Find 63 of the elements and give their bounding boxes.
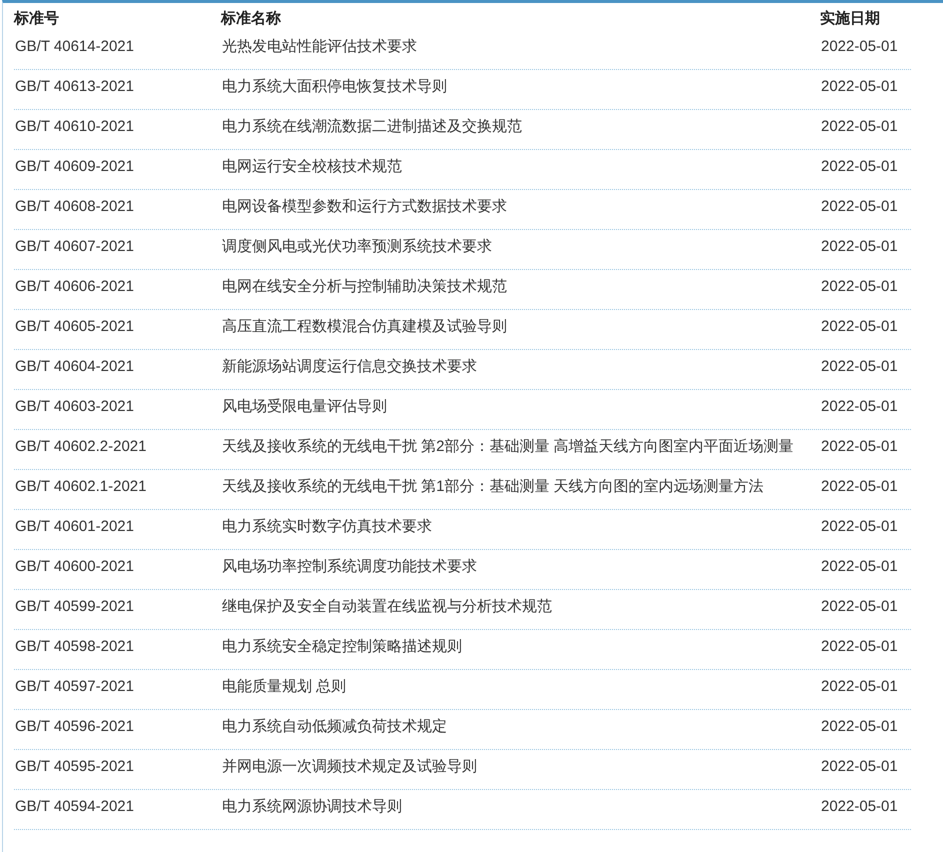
standard-name: 电力系统在线潮流数据二进制描述及交换规范: [221, 117, 523, 137]
implementation-date: 2022-05-01: [820, 37, 899, 57]
standard-name: 风电场受限电量评估导则: [221, 397, 388, 417]
implementation-date: 2022-05-01: [820, 597, 899, 617]
standard-number: GB/T 40605-2021: [14, 317, 135, 337]
standard-name: 光热发电站性能评估技术要求: [221, 37, 418, 57]
standard-name: 风电场功率控制系统调度功能技术要求: [221, 557, 478, 577]
standard-number: GB/T 40602.1-2021: [14, 477, 148, 497]
implementation-date: 2022-05-01: [820, 77, 899, 97]
standard-name: 电网设备模型参数和运行方式数据技术要求: [221, 197, 508, 217]
implementation-date: 2022-05-01: [820, 357, 899, 377]
standard-number: GB/T 40608-2021: [14, 197, 135, 217]
implementation-date: 2022-05-01: [820, 237, 899, 257]
standard-name: 电力系统实时数字仿真技术要求: [221, 517, 433, 537]
standard-name: 电网在线安全分析与控制辅助决策技术规范: [221, 277, 508, 297]
standard-number: GB/T 40597-2021: [14, 677, 135, 697]
standard-name: 电力系统自动低频减负荷技术规定: [221, 717, 448, 737]
implementation-date: 2022-05-01: [820, 117, 899, 137]
standard-number: GB/T 40604-2021: [14, 357, 135, 377]
standard-number: GB/T 40614-2021: [14, 37, 135, 57]
standard-number: GB/T 40599-2021: [14, 597, 135, 617]
implementation-date: 2022-05-01: [820, 757, 899, 777]
implementation-date: 2022-05-01: [820, 197, 899, 217]
standard-name: 高压直流工程数模混合仿真建模及试验导则: [221, 317, 508, 337]
implementation-date: 2022-05-01: [820, 557, 899, 577]
standard-number: GB/T 40613-2021: [14, 77, 135, 97]
standard-number: GB/T 40607-2021: [14, 237, 135, 257]
column-header: 标准号: [14, 9, 60, 29]
standard-number: GB/T 40596-2021: [14, 717, 135, 737]
implementation-date: 2022-05-01: [820, 677, 899, 697]
standard-number: GB/T 40598-2021: [14, 637, 135, 657]
standard-name: 并网电源一次调频技术规定及试验导则: [221, 757, 478, 777]
standard-number: GB/T 40601-2021: [14, 517, 135, 537]
standard-name: 电力系统网源协调技术导则: [221, 797, 403, 817]
standard-name: 天线及接收系统的无线电干扰 第1部分：基础测量 天线方向图的室内远场测量方法: [221, 477, 765, 497]
standard-number: GB/T 40600-2021: [14, 557, 135, 577]
implementation-date: 2022-05-01: [820, 637, 899, 657]
implementation-date: 2022-05-01: [820, 437, 899, 457]
standard-name: 调度侧风电或光伏功率预测系统技术要求: [221, 237, 493, 257]
standard-number: GB/T 40602.2-2021: [14, 437, 148, 457]
standard-number: GB/T 40595-2021: [14, 757, 135, 777]
implementation-date: 2022-05-01: [820, 797, 899, 817]
standard-number: GB/T 40610-2021: [14, 117, 135, 137]
standard-number: GB/T 40609-2021: [14, 157, 135, 177]
standard-name: 电网运行安全校核技术规范: [221, 157, 403, 177]
implementation-date: 2022-05-01: [820, 397, 899, 417]
implementation-date: 2022-05-01: [820, 277, 899, 297]
standard-name: 继电保护及安全自动装置在线监视与分析技术规范: [221, 597, 553, 617]
standard-name: 电力系统大面积停电恢复技术导则: [221, 77, 448, 97]
column-header: 标准名称: [221, 9, 282, 29]
standard-name: 电力系统安全稳定控制策略描述规则: [221, 637, 463, 657]
implementation-date: 2022-05-01: [820, 157, 899, 177]
standard-number: GB/T 40594-2021: [14, 797, 135, 817]
column-header: 实施日期: [820, 9, 881, 29]
implementation-date: 2022-05-01: [820, 317, 899, 337]
implementation-date: 2022-05-01: [820, 477, 899, 497]
implementation-date: 2022-05-01: [820, 517, 899, 537]
implementation-date: 2022-05-01: [820, 717, 899, 737]
standard-name: 电能质量规划 总则: [221, 677, 348, 697]
standard-number: GB/T 40603-2021: [14, 397, 135, 417]
standard-number: GB/T 40606-2021: [14, 277, 135, 297]
standard-name: 天线及接收系统的无线电干扰 第2部分：基础测量 高增益天线方向图室内平面近场测量: [221, 437, 795, 457]
standard-name: 新能源场站调度运行信息交换技术要求: [221, 357, 478, 377]
